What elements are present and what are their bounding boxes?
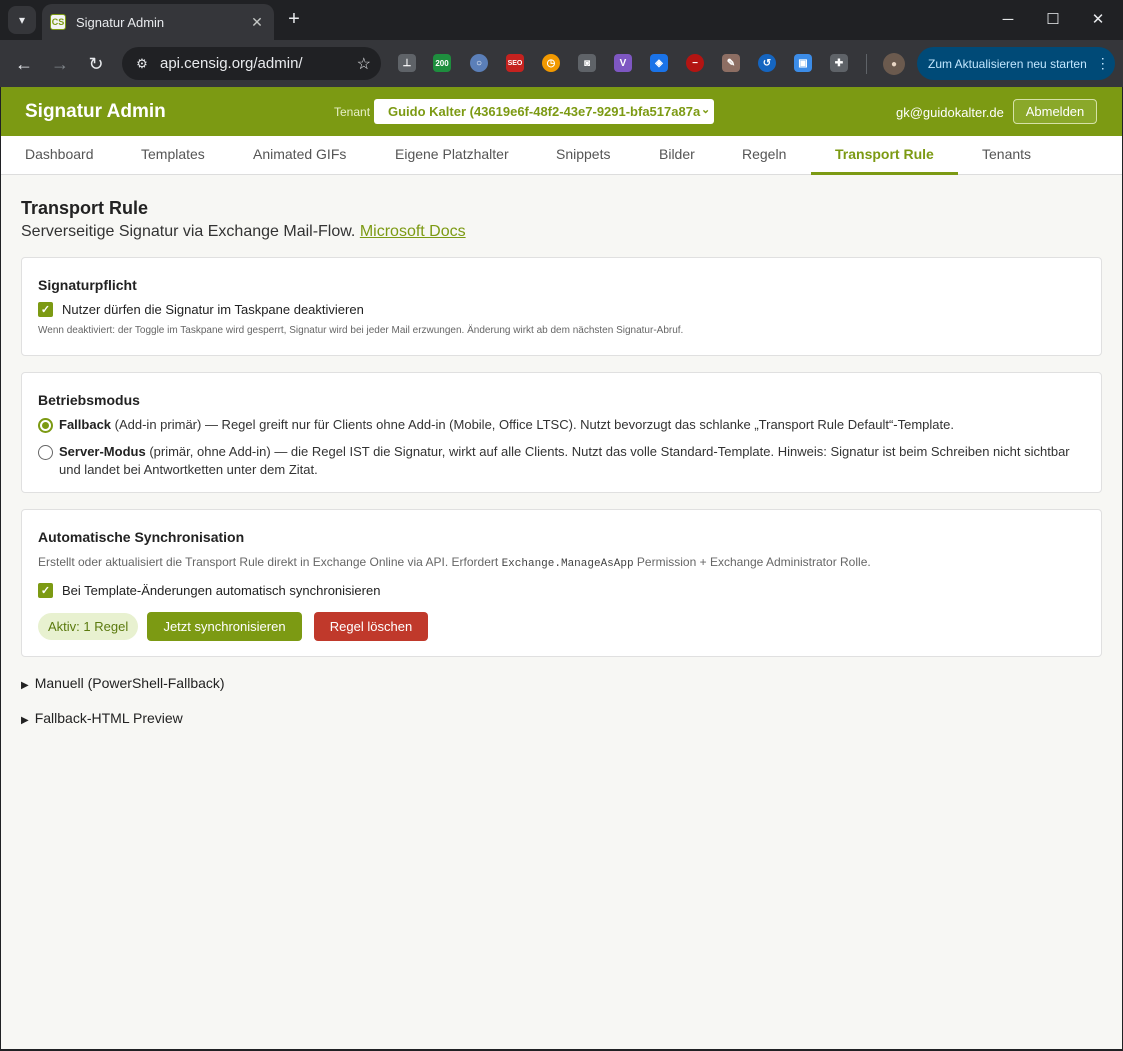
tab-eigene-platzhalter[interactable]: Eigene Platzhalter (371, 136, 533, 175)
logout-button[interactable]: Abmelden (1013, 99, 1097, 124)
sync-desc-suffix: Permission + Exchange Administrator Roll… (633, 555, 871, 569)
maximize-icon[interactable]: ☐ (1033, 6, 1073, 34)
clock-extension-icon[interactable]: ◷ (542, 54, 560, 72)
radio-server-modus[interactable] (38, 445, 53, 460)
kebab-menu-icon[interactable]: ⋮ (1096, 55, 1110, 72)
seo-extension-icon[interactable]: SEO (506, 54, 524, 72)
favicon-icon: CS (50, 14, 66, 30)
main-nav: Dashboard Templates Animated GIFs Eigene… (1, 136, 1122, 175)
bookmark-star-icon[interactable]: ☆ (357, 54, 371, 74)
tenant-select[interactable]: Guido Kalter (43619e6f-48f2-43e7-9291-bf… (374, 99, 714, 124)
details-preview-label: Fallback-HTML Preview (34, 710, 183, 726)
tenant-label: Tenant (334, 105, 371, 119)
sync-extension-icon[interactable]: ↺ (758, 54, 776, 72)
fallback-option-detail: (Add-in primär) — Regel greift nur für C… (111, 417, 954, 432)
subtitle-text: Serverseitige Signatur via Exchange Mail… (21, 223, 356, 240)
site-info-icon[interactable]: ⚙ (132, 54, 152, 74)
auto-sync-label: Bei Template-Änderungen automatisch sync… (62, 583, 381, 598)
block-extension-icon[interactable]: − (686, 54, 704, 72)
user-email: gk@guidokalter.de (896, 105, 1004, 120)
update-restart-button[interactable]: Zum Aktualisieren neu starten ⋮ (917, 47, 1115, 80)
layers-extension-icon[interactable]: ◈ (650, 54, 668, 72)
triangle-right-icon: ▶ (21, 715, 29, 726)
minimize-icon[interactable]: ─ (988, 6, 1028, 34)
tab-templates[interactable]: Templates (117, 136, 229, 175)
checkbox-checked-icon[interactable]: ✓ (38, 583, 53, 598)
profile-avatar-icon[interactable]: ● (883, 53, 905, 75)
chevron-down-icon[interactable]: ⌄ (701, 103, 710, 116)
circle-extension-icon[interactable]: ○ (470, 54, 488, 72)
main-content: Transport Rule Serverseitige Signatur vi… (21, 198, 1102, 726)
signaturpflicht-title: Signaturpflicht (38, 277, 137, 293)
reload-icon[interactable]: ↻ (82, 50, 110, 78)
taskpane-toggle-row[interactable]: ✓ Nutzer dürfen die Signatur im Taskpane… (38, 302, 364, 317)
app-header: Signatur Admin Tenant Guido Kalter (4361… (1, 87, 1122, 136)
microsoft-docs-link[interactable]: Microsoft Docs (360, 223, 466, 240)
app-title: Signatur Admin (25, 101, 166, 122)
checkbox-checked-icon[interactable]: ✓ (38, 302, 53, 317)
sync-title: Automatische Synchronisation (38, 529, 245, 545)
details-html-preview[interactable]: ▶ Fallback-HTML Preview (21, 710, 183, 726)
screen-extension-icon[interactable]: ▣ (794, 54, 812, 72)
lock-extension-icon[interactable]: ⊥ (398, 54, 416, 72)
sync-desc-prefix: Erstellt oder aktualisiert die Transport… (38, 555, 502, 569)
pen-extension-icon[interactable]: ✎ (722, 54, 740, 72)
sync-now-button[interactable]: Jetzt synchronisieren (147, 612, 302, 641)
tab-search-chevron-icon[interactable]: ▾ (8, 6, 36, 34)
toolbar-divider (866, 54, 867, 74)
tab-dashboard[interactable]: Dashboard (1, 136, 118, 175)
fallback-option-text[interactable]: Fallback (Add-in primär) — Regel greift … (59, 416, 1089, 434)
server-modus-option-detail: (primär, ohne Add-in) — die Regel IST di… (59, 444, 1070, 477)
sync-description: Erstellt oder aktualisiert die Transport… (38, 555, 871, 570)
new-tab-plus-icon[interactable]: + (282, 8, 306, 32)
tab-bilder[interactable]: Bilder (635, 136, 719, 175)
page-title: Transport Rule (21, 198, 149, 218)
fallback-option-name: Fallback (59, 417, 112, 432)
update-restart-label: Zum Aktualisieren neu starten (928, 56, 1087, 71)
tab-animated-gifs[interactable]: Animated GIFs (229, 136, 370, 175)
signaturpflicht-card: Signaturpflicht ✓ Nutzer dürfen die Sign… (21, 257, 1102, 356)
betriebsmodus-card: Betriebsmodus Fallback (Add-in primär) —… (21, 372, 1102, 493)
close-window-icon[interactable]: ✕ (1078, 6, 1118, 34)
sync-card: Automatische Synchronisation Erstellt od… (21, 509, 1102, 657)
address-bar[interactable]: ⚙ api.censig.org/admin/ ☆ (122, 47, 381, 80)
betriebsmodus-title: Betriebsmodus (38, 392, 140, 408)
browser-toolbar: ← → ↻ ⚙ api.censig.org/admin/ ☆ ⊥ 200 ○ … (0, 40, 1123, 87)
auto-sync-row[interactable]: ✓ Bei Template-Änderungen automatisch sy… (38, 583, 380, 598)
tab-regeln[interactable]: Regeln (718, 136, 810, 175)
page-subtitle: Serverseitige Signatur via Exchange Mail… (21, 223, 1102, 241)
browser-tabstrip: ▾ CS Signatur Admin ✕ + ─ ☐ ✕ (0, 0, 1123, 40)
tab-snippets[interactable]: Snippets (532, 136, 634, 175)
badge-extension-icon[interactable]: 200 (433, 54, 451, 72)
browser-tab[interactable]: CS Signatur Admin ✕ (42, 4, 274, 40)
details-powershell-label: Manuell (PowerShell-Fallback) (34, 675, 225, 691)
signaturpflicht-hint: Wenn deaktiviert: der Toggle im Taskpane… (38, 325, 684, 336)
server-modus-option-name: Server-Modus (59, 444, 146, 459)
page-viewport: Signatur Admin Tenant Guido Kalter (4361… (1, 87, 1122, 1049)
details-powershell-fallback[interactable]: ▶ Manuell (PowerShell-Fallback) (21, 675, 225, 691)
triangle-right-icon: ▶ (21, 680, 29, 691)
taskpane-toggle-label: Nutzer dürfen die Signatur im Taskpane d… (62, 302, 364, 317)
v-extension-icon[interactable]: V (614, 54, 632, 72)
tab-transport-rule[interactable]: Transport Rule (811, 136, 958, 175)
status-badge: Aktiv: 1 Regel (38, 613, 139, 640)
sync-desc-permission: Exchange.ManageAsApp (501, 558, 634, 570)
radio-fallback[interactable] (38, 418, 53, 433)
camera-extension-icon[interactable]: ◙ (578, 54, 596, 72)
url-text[interactable]: api.censig.org/admin/ (160, 55, 357, 72)
puzzle-extensions-icon[interactable]: ✚ (830, 54, 848, 72)
tab-title: Signatur Admin (76, 14, 165, 30)
server-modus-option-text[interactable]: Server-Modus (primär, ohne Add-in) — die… (59, 443, 1089, 479)
close-tab-icon[interactable]: ✕ (248, 14, 266, 31)
tab-tenants[interactable]: Tenants (958, 136, 1055, 175)
forward-arrow-icon[interactable]: → (46, 50, 74, 78)
back-arrow-icon[interactable]: ← (10, 50, 38, 78)
delete-rule-button[interactable]: Regel löschen (314, 612, 428, 641)
